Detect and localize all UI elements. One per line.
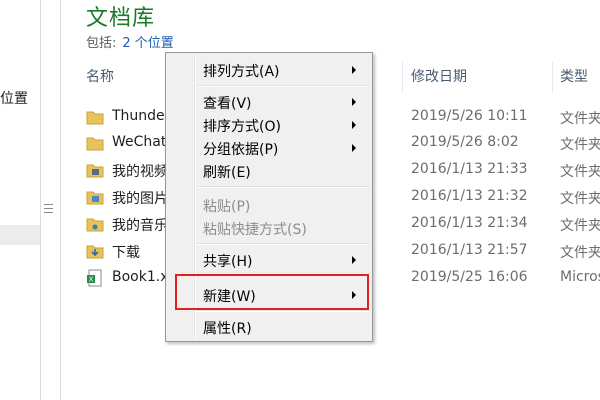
download-folder-icon — [86, 245, 104, 259]
highlight-annotation-box — [175, 274, 369, 310]
menu-separator — [197, 85, 369, 87]
includes-locations-link[interactable]: 2 个位置 — [122, 36, 173, 51]
file-type: 文件夹 — [560, 164, 600, 180]
submenu-arrow-icon — [352, 144, 356, 152]
menu-separator — [197, 186, 369, 188]
file-type: 文件夹 — [560, 218, 600, 234]
menu-item-refresh[interactable]: 刷新(E) — [168, 159, 370, 182]
file-date: 2016/1/13 21:32 — [411, 188, 528, 204]
nav-selected-item[interactable] — [0, 225, 40, 245]
picture-folder-icon — [86, 191, 104, 205]
menu-item-properties[interactable]: 属性(R) — [168, 315, 370, 338]
menu-item-label: 粘贴(P) — [203, 199, 251, 215]
menu-item-paste[interactable]: 粘贴(P) — [168, 193, 370, 216]
file-name: Thunde — [112, 108, 165, 124]
file-name: 我的音乐 — [112, 218, 168, 234]
file-name: WeChat — [112, 134, 167, 150]
menu-item-label: 排列方式(A) — [203, 64, 280, 80]
file-date: 2016/1/13 21:33 — [411, 161, 528, 177]
column-header-date[interactable]: 修改日期 — [411, 62, 467, 92]
menu-separator — [197, 243, 369, 245]
music-folder-icon — [86, 218, 104, 232]
column-header-type[interactable]: 类型 — [560, 62, 588, 92]
column-divider[interactable] — [552, 62, 553, 92]
file-date: 2016/1/13 21:34 — [411, 215, 528, 231]
menu-item-group-by[interactable]: 分组依据(P) — [168, 136, 370, 159]
file-date: 2019/5/26 10:11 — [411, 108, 528, 124]
library-title: 文档库 — [86, 6, 156, 31]
file-name: 我的视频 — [112, 164, 168, 180]
menu-separator — [197, 310, 369, 312]
file-type: Microsoft — [560, 269, 600, 285]
menu-item-label: 粘贴快捷方式(S) — [203, 222, 307, 238]
file-date: 2019/5/25 16:06 — [411, 269, 528, 285]
file-name: 我的图片 — [112, 191, 168, 207]
menu-item-label: 属性(R) — [203, 321, 252, 337]
nav-item-locations[interactable]: 位置 — [0, 88, 28, 108]
file-date: 2016/1/13 21:57 — [411, 242, 528, 258]
includes-label: 包括: — [86, 36, 117, 51]
svg-text:X: X — [89, 276, 94, 284]
submenu-arrow-icon — [352, 121, 356, 129]
menu-item-label: 刷新(E) — [203, 165, 251, 181]
column-divider[interactable] — [402, 62, 403, 92]
menu-item-label: 分组依据(P) — [203, 142, 279, 158]
video-folder-icon — [86, 164, 104, 178]
menu-item-view[interactable]: 查看(V) — [168, 90, 370, 113]
file-type: 文件夹 — [560, 137, 600, 153]
file-type: 文件夹 — [560, 191, 600, 207]
pane-splitter[interactable] — [40, 0, 61, 400]
menu-item-label: 查看(V) — [203, 96, 252, 112]
submenu-arrow-icon — [352, 256, 356, 264]
menu-item-sort-by[interactable]: 排序方式(O) — [168, 113, 370, 136]
navigation-pane: 位置 — [0, 0, 40, 400]
column-header-name[interactable]: 名称 — [86, 62, 114, 92]
menu-item-paste-shortcut[interactable]: 粘贴快捷方式(S) — [168, 216, 370, 239]
menu-item-share[interactable]: 共享(H) — [168, 248, 370, 271]
submenu-arrow-icon — [352, 98, 356, 106]
file-date: 2019/5/26 8:02 — [411, 134, 519, 150]
submenu-arrow-icon — [352, 66, 356, 74]
file-type: 文件夹 — [560, 111, 600, 127]
file-name: 下载 — [112, 245, 140, 261]
file-type: 文件夹 — [560, 245, 600, 261]
folder-icon — [86, 111, 104, 125]
menu-item-label: 排序方式(O) — [203, 119, 281, 135]
menu-item-arrange-by[interactable]: 排列方式(A) — [168, 58, 370, 81]
library-includes: 包括: 2 个位置 — [86, 32, 174, 51]
splitter-grip-icon[interactable] — [44, 204, 53, 213]
excel-file-icon: X — [87, 269, 102, 287]
folder-icon — [86, 137, 104, 151]
menu-item-label: 共享(H) — [203, 254, 253, 270]
